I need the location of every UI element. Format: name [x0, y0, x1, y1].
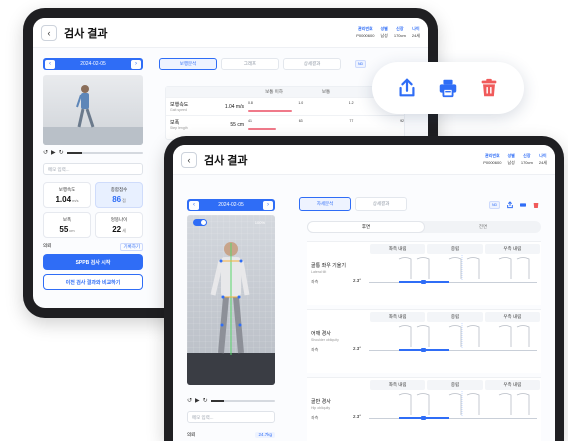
- posture-label: 어깨 경사 Shoulder obliquity: [311, 331, 339, 342]
- meta-sex: 성별 남성: [380, 26, 388, 38]
- posture-marker: [421, 416, 426, 420]
- meta-height: 신장 170cm: [520, 153, 533, 165]
- table-row: 보행속도Gait speed 1.04 m/s 0.81.01.21.4: [166, 97, 404, 115]
- prev-date-icon[interactable]: ‹: [45, 59, 55, 69]
- nd-badge: ND: [355, 60, 367, 68]
- back-button[interactable]: ‹: [181, 151, 197, 168]
- meta-sex: 성별 남성: [507, 153, 515, 165]
- posture-value: 2.3°: [353, 278, 362, 283]
- front-footer-row: 의뢰 24.7kg: [187, 432, 275, 438]
- tab-detail[interactable]: 상세결과: [355, 197, 407, 211]
- tab-gait-analysis[interactable]: 보행분석: [159, 58, 217, 70]
- posture-figures: [398, 323, 530, 349]
- back-button[interactable]: ‹: [41, 24, 57, 41]
- posture-columns: 좌측 내림 중립 우측 내림: [369, 244, 541, 254]
- front-tabs: 자세분석 상세결과: [299, 197, 407, 211]
- prev-date-icon[interactable]: ‹: [189, 200, 199, 210]
- tab-posture-analysis[interactable]: 자세분석: [299, 197, 351, 211]
- front-screen: ‹ 검사 결과 관리번호 P0000600 성별 남성 신장 170cm 나이 24세 …: [173, 145, 555, 441]
- front-player-controls: ↺ ▶ ↻: [187, 397, 275, 404]
- front-tablet: ‹ 검사 결과 관리번호 P0000600 성별 남성 신장 170cm 나이 24세 …: [164, 136, 564, 441]
- share-icon[interactable]: [505, 200, 514, 209]
- posture-figure: [187, 215, 275, 385]
- record-link[interactable]: 기록하기: [120, 243, 143, 251]
- rewind-icon[interactable]: ↺: [187, 397, 192, 404]
- skeleton-toggle[interactable]: [193, 219, 207, 226]
- play-icon[interactable]: ▶: [51, 149, 56, 156]
- card-gait-age: 엉뚱나이 22세: [95, 212, 143, 238]
- posture-scale: [369, 280, 537, 284]
- meta-age: 나이 24세: [411, 26, 420, 38]
- nd-badge: ND: [489, 201, 501, 209]
- gait-speed-bar: [248, 110, 292, 112]
- next-date-icon[interactable]: ›: [262, 200, 273, 210]
- step-length-bar: [248, 128, 277, 130]
- back-tabs: 보행분석 그래프 상세결과: [159, 58, 341, 70]
- segment-front[interactable]: 전면: [425, 221, 541, 233]
- back-player-controls: ↺ ▶ ↻: [43, 149, 143, 156]
- posture-side: 좌측: [311, 279, 319, 284]
- next-date-icon[interactable]: ›: [130, 59, 141, 69]
- meta-age: 나이 24세: [538, 153, 547, 165]
- posture-video[interactable]: 100%: [187, 215, 275, 385]
- page-title: 검사 결과: [64, 27, 108, 40]
- seek-bar[interactable]: [210, 399, 275, 402]
- patient-meta: 관리번호 P0000600 성별 남성 신장 170cm 나이 24세: [356, 26, 420, 39]
- card-step-length: 보폭 55cm: [43, 212, 91, 238]
- walker-figure: [43, 85, 143, 145]
- front-header: ‹ 검사 결과 관리번호 P0000600 성별 남성 신장 170cm 나이 24세: [173, 145, 555, 175]
- card-gait-speed: 보행속도 1.04m/s: [43, 182, 91, 208]
- view-segment: 후면 전면: [307, 221, 541, 233]
- posture-scale: [369, 348, 537, 352]
- posture-columns: 좌측 내림 중립 우측 내림: [369, 380, 541, 390]
- posture-figures: [398, 391, 530, 417]
- posture-value: 2.3°: [353, 414, 362, 419]
- back-header: ‹ 검사 결과 관리번호 P0000600 성별 남성 신장 170cm 나이 24세: [33, 18, 428, 48]
- posture-marker: [421, 348, 426, 352]
- tab-graph[interactable]: 그래프: [221, 58, 279, 70]
- posture-side: 좌측: [311, 415, 319, 420]
- posture-scale: [369, 416, 537, 420]
- posture-columns: 좌측 내림 중립 우측 내림: [369, 312, 541, 322]
- walking-video[interactable]: [43, 75, 143, 145]
- seek-bar[interactable]: [66, 151, 143, 154]
- meta-id: 관리번호 P0000600: [356, 26, 375, 38]
- action-pill: [372, 62, 524, 114]
- forward-icon[interactable]: ↻: [59, 149, 64, 156]
- posture-value: 2.3°: [353, 346, 362, 351]
- date-selector[interactable]: ‹ 2024-02-05 ›: [43, 58, 143, 70]
- date-selector[interactable]: ‹ 2024-02-05 ›: [187, 199, 275, 211]
- print-icon[interactable]: [436, 76, 460, 100]
- trash-icon[interactable]: [531, 200, 540, 209]
- stage: ‹ 검사 결과 관리번호 P0000600 성별 남성 신장 170cm 나이 24세 …: [0, 0, 568, 441]
- posture-side: 좌측: [311, 347, 319, 352]
- forward-icon[interactable]: ↻: [203, 397, 208, 404]
- posture-figures: [398, 255, 530, 281]
- trash-icon[interactable]: [477, 76, 501, 100]
- memo-input[interactable]: 메모 입력...: [43, 163, 143, 175]
- weight-badge: 24.7kg: [255, 432, 275, 438]
- gait-table-head: 보통 이하 보통 좋음: [166, 87, 404, 97]
- share-icon[interactable]: [395, 76, 419, 100]
- table-row: 보폭 Step length 55 cm 41 63 77 92: [166, 115, 404, 133]
- meta-id: 관리번호 P0000600: [483, 153, 502, 165]
- tab-detail[interactable]: 상세결과: [283, 58, 341, 70]
- posture-marker: [421, 280, 426, 284]
- posture-label: 골통 좌우 기울기 Lateral tilt: [311, 263, 346, 274]
- compare-previous-button[interactable]: 이전 검사 결과와 비교하기: [43, 274, 143, 290]
- page-title: 검사 결과: [204, 154, 248, 167]
- gait-table: 보통 이하 보통 좋음 보행속도Gait speed 1.04 m/s 0.81…: [165, 86, 405, 140]
- memo-input[interactable]: 메모 입력...: [187, 411, 275, 423]
- segment-back[interactable]: 후면: [307, 221, 425, 233]
- posture-label: 골반 경사 Hip obliquity: [311, 399, 331, 410]
- sppb-start-button[interactable]: SPPB 검사 시작: [43, 254, 143, 270]
- rewind-icon[interactable]: ↺: [43, 149, 48, 156]
- print-icon[interactable]: [518, 200, 527, 209]
- note-row: 의뢰 기록하기: [43, 243, 143, 251]
- play-icon[interactable]: ▶: [195, 397, 200, 404]
- meta-height: 신장 170cm: [393, 26, 406, 38]
- patient-meta: 관리번호 P0000600 성별 남성 신장 170cm 나이 24세: [483, 153, 547, 166]
- card-total-score: 종합점수 86점: [95, 182, 143, 208]
